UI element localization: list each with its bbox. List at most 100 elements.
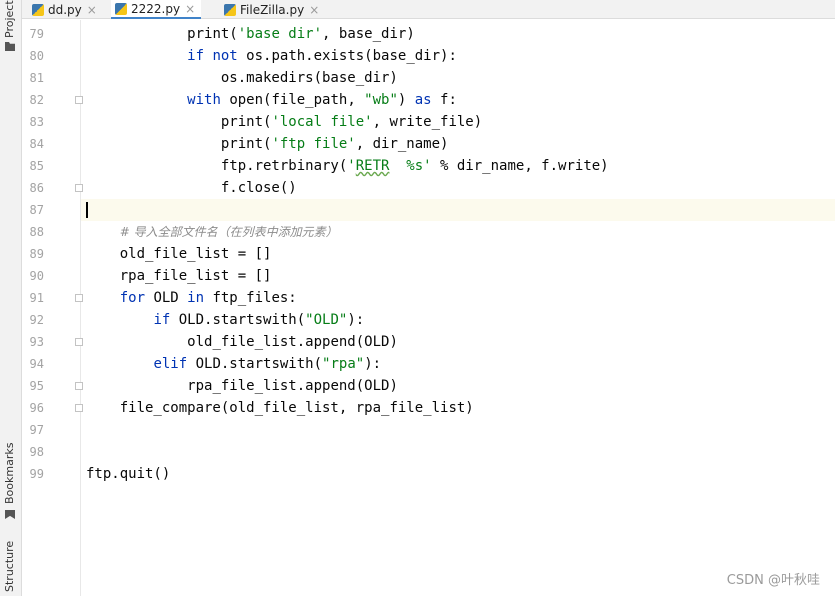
code-token: f: xyxy=(440,92,457,108)
code-token: os.makedirs(base_dir) xyxy=(220,70,398,86)
code-token: , base_dir) xyxy=(322,26,415,42)
string-token: %s' xyxy=(389,158,432,174)
code-line[interactable]: for OLD in ftp_files: xyxy=(81,287,835,309)
line-number: 97 xyxy=(29,423,44,437)
code-line[interactable]: f.close() xyxy=(81,177,835,199)
string-token: "OLD" xyxy=(305,312,348,328)
code-line[interactable] xyxy=(81,199,835,221)
code-token: print( xyxy=(220,136,272,152)
line-number-gutter[interactable]: 79 80 81 82 83 84 85 86 87 88 89 90 91 92 93 94 95 96 97 98… xyxy=(22,20,83,596)
code-token: f.close() xyxy=(220,180,297,196)
code-line[interactable]: os.makedirs(base_dir) xyxy=(81,67,835,89)
line-number: 86 xyxy=(29,181,44,195)
code-token: open(file_path, xyxy=(229,92,365,108)
bookmarks-tool-label: Bookmarks xyxy=(3,442,16,504)
code-line[interactable]: ftp.retrbinary('RETR %s' % dir_name, f.w… xyxy=(81,155,835,177)
code-token: , dir_name) xyxy=(355,136,449,152)
line-number: 82 xyxy=(29,93,44,107)
close-icon[interactable]: × xyxy=(185,2,195,16)
string-token: "rpa" xyxy=(322,356,365,372)
line-number: 85 xyxy=(29,159,44,173)
tab-filezilla-py[interactable]: FileZilla.py × xyxy=(220,0,319,19)
text-cursor xyxy=(86,202,88,218)
code-line[interactable]: elif OLD.startswith("rpa"): xyxy=(81,353,835,375)
code-line[interactable] xyxy=(81,419,835,441)
structure-tool-button[interactable]: Structure xyxy=(2,538,20,596)
keyword-token: if xyxy=(153,312,179,328)
keyword-token: in xyxy=(187,290,213,306)
string-token: 'ftp file' xyxy=(271,136,356,152)
line-number: 98 xyxy=(29,445,44,459)
close-icon[interactable]: × xyxy=(87,3,97,17)
left-tool-strip: Project Bookmarks Structure xyxy=(0,0,22,596)
code-line[interactable]: with open(file_path, "wb") as f: xyxy=(81,89,835,111)
code-line[interactable]: # 导入全部文件名（在列表中添加元素） xyxy=(81,221,835,243)
line-number: 87 xyxy=(29,203,44,217)
line-number: 92 xyxy=(29,313,44,327)
code-token: OLD.startswith( xyxy=(195,356,323,372)
code-token: OLD xyxy=(153,290,188,306)
code-token: ftp_files: xyxy=(212,290,297,306)
tab-2222-py[interactable]: 2222.py × xyxy=(111,0,202,19)
string-token: "wb" xyxy=(364,92,398,108)
code-token: ) xyxy=(397,92,415,108)
editor-tab-bar: dd.py × 2222.py × FileZilla.py × xyxy=(22,0,835,19)
code-line[interactable]: rpa_file_list.append(OLD) xyxy=(81,375,835,397)
code-line[interactable]: file_compare(old_file_list, rpa_file_lis… xyxy=(81,397,835,419)
bookmark-icon xyxy=(5,510,15,519)
code-line[interactable]: if not os.path.exists(base_dir): xyxy=(81,45,835,67)
code-line[interactable]: print('local file', write_file) xyxy=(81,111,835,133)
keyword-token: if not xyxy=(187,48,247,64)
code-line[interactable]: print('ftp file', dir_name) xyxy=(81,133,835,155)
code-line[interactable]: old_file_list = [] xyxy=(81,243,835,265)
code-token: print( xyxy=(220,114,272,130)
string-token: 'local file' xyxy=(271,114,373,130)
code-token: OLD.startswith( xyxy=(178,312,306,328)
folder-icon xyxy=(5,42,15,51)
string-token: 'base dir' xyxy=(237,26,323,42)
code-token: ftp.retrbinary( xyxy=(220,158,348,174)
code-token: file_compare(old_file_list, rpa_file_lis… xyxy=(119,400,474,416)
comment-token: # 导入全部文件名（在列表中添加元素） xyxy=(119,225,338,239)
keyword-token: with xyxy=(187,92,230,108)
code-line[interactable] xyxy=(81,441,835,463)
code-line[interactable]: ftp.quit() xyxy=(81,463,835,485)
code-line[interactable]: old_file_list.append(OLD) xyxy=(81,331,835,353)
keyword-token: for xyxy=(119,290,154,306)
tab-label: dd.py xyxy=(48,2,82,17)
tab-label: FileZilla.py xyxy=(240,2,305,17)
code-line[interactable]: rpa_file_list = [] xyxy=(81,265,835,287)
line-number: 91 xyxy=(29,291,44,305)
code-token: rpa_file_list = [] xyxy=(119,268,272,284)
code-token: rpa_file_list.append(OLD) xyxy=(187,378,398,394)
code-token: , write_file) xyxy=(372,114,483,130)
code-editor[interactable]: print('base dir', base_dir) if not os.pa… xyxy=(81,20,835,596)
code-line[interactable]: if OLD.startswith("OLD"): xyxy=(81,309,835,331)
line-number: 81 xyxy=(29,71,44,85)
bookmarks-tool-button[interactable]: Bookmarks xyxy=(2,440,20,522)
code-token: % dir_name, f.write) xyxy=(431,158,609,174)
line-number: 99 xyxy=(29,467,44,481)
line-number: 88 xyxy=(29,225,44,239)
project-tool-button[interactable]: Project xyxy=(2,0,20,52)
close-icon[interactable]: × xyxy=(309,3,319,17)
tab-dd-py[interactable]: dd.py × xyxy=(28,0,97,19)
code-token: ftp.quit() xyxy=(86,466,171,482)
line-number: 83 xyxy=(29,115,44,129)
code-line[interactable]: print('base dir', base_dir) xyxy=(81,23,835,45)
code-token: ): xyxy=(364,356,382,372)
